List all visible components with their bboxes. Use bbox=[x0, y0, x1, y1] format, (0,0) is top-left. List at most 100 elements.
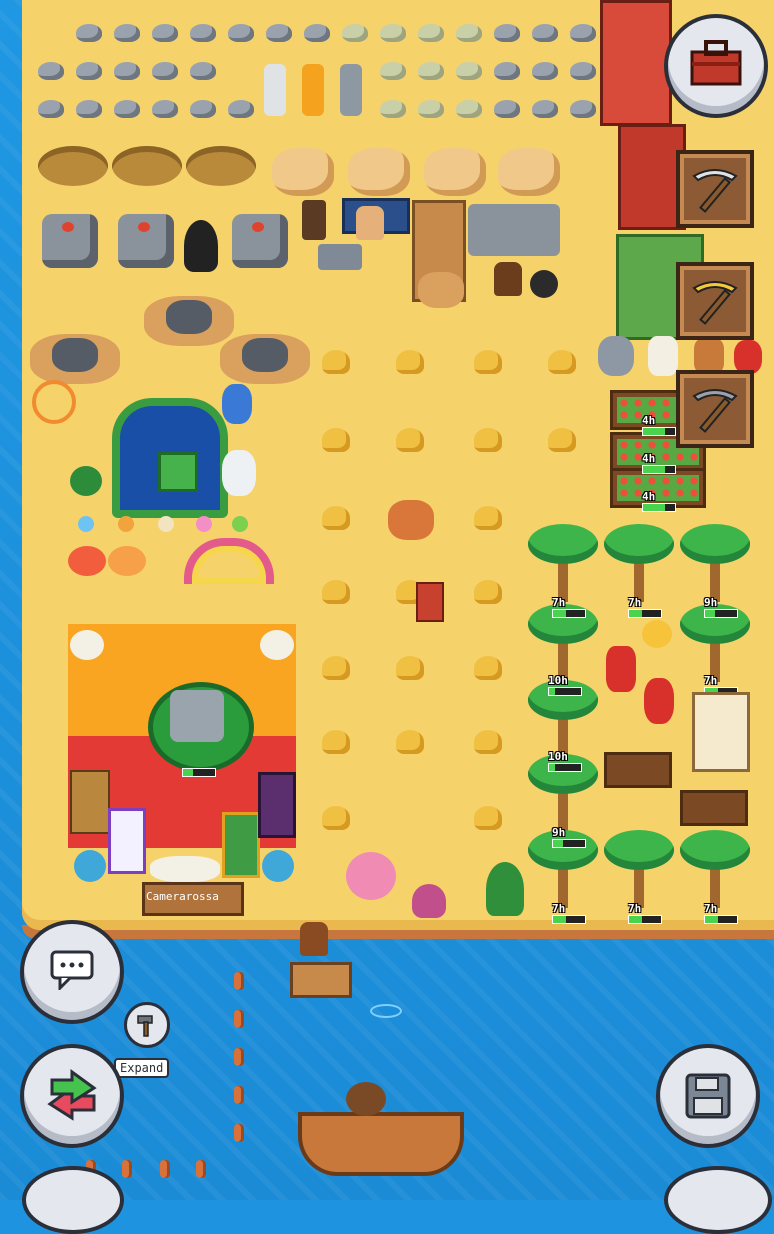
villager-npc[interactable] bbox=[494, 262, 522, 296]
blue-critter[interactable] bbox=[262, 850, 294, 882]
fishing-ripple[interactable] bbox=[370, 1004, 402, 1018]
cauldron[interactable] bbox=[530, 270, 558, 298]
stone-mound[interactable] bbox=[220, 334, 310, 384]
crop[interactable] bbox=[322, 806, 350, 830]
frog-box[interactable] bbox=[158, 452, 198, 492]
crop[interactable] bbox=[396, 428, 424, 452]
rock[interactable] bbox=[38, 100, 64, 118]
dirt-hole[interactable] bbox=[112, 146, 182, 186]
rock[interactable] bbox=[418, 100, 444, 118]
chick[interactable] bbox=[118, 516, 134, 532]
dirt-hole[interactable] bbox=[38, 146, 108, 186]
rock[interactable] bbox=[494, 24, 520, 42]
strawberry-npc[interactable] bbox=[606, 646, 636, 692]
rock[interactable] bbox=[494, 100, 520, 118]
rock[interactable] bbox=[570, 24, 596, 42]
rock[interactable] bbox=[152, 24, 178, 42]
rock[interactable] bbox=[456, 100, 482, 118]
chick[interactable] bbox=[78, 516, 94, 532]
rock[interactable] bbox=[418, 62, 444, 80]
rock[interactable] bbox=[38, 62, 64, 80]
rock[interactable] bbox=[114, 24, 140, 42]
expand-hammer-button[interactable] bbox=[124, 1002, 170, 1048]
crop[interactable] bbox=[474, 580, 502, 604]
rock[interactable] bbox=[380, 24, 406, 42]
rock[interactable] bbox=[570, 62, 596, 80]
crop[interactable] bbox=[474, 350, 502, 374]
crop[interactable] bbox=[548, 428, 576, 452]
anvil[interactable] bbox=[318, 244, 362, 270]
crop[interactable] bbox=[474, 506, 502, 530]
rock[interactable] bbox=[266, 24, 292, 42]
rock[interactable] bbox=[570, 100, 596, 118]
chick[interactable] bbox=[158, 516, 174, 532]
rock[interactable] bbox=[152, 100, 178, 118]
crop[interactable] bbox=[322, 580, 350, 604]
red-house[interactable] bbox=[600, 0, 672, 126]
tool-slot-stone-pickaxe[interactable] bbox=[676, 370, 754, 448]
chick[interactable] bbox=[232, 516, 248, 532]
chat-button[interactable] bbox=[20, 920, 124, 1024]
crop[interactable] bbox=[474, 730, 502, 754]
stone-mound[interactable] bbox=[30, 334, 120, 384]
rock[interactable] bbox=[190, 100, 216, 118]
palm-tree[interactable] bbox=[528, 520, 598, 606]
cow[interactable] bbox=[648, 336, 678, 376]
chick[interactable] bbox=[196, 516, 212, 532]
rock[interactable] bbox=[76, 24, 102, 42]
palm-tree[interactable] bbox=[680, 826, 750, 912]
rock[interactable] bbox=[190, 24, 216, 42]
rock[interactable] bbox=[380, 100, 406, 118]
pig[interactable] bbox=[694, 338, 724, 374]
crop[interactable] bbox=[396, 656, 424, 680]
tool-slot-pickaxe[interactable] bbox=[676, 150, 754, 228]
blue-critter[interactable] bbox=[74, 850, 106, 882]
rock[interactable] bbox=[228, 24, 254, 42]
hay-bale[interactable] bbox=[272, 148, 334, 196]
palm-tree[interactable] bbox=[604, 826, 674, 912]
swan[interactable] bbox=[222, 450, 256, 496]
crop[interactable] bbox=[474, 806, 502, 830]
swap-button[interactable] bbox=[20, 1044, 124, 1148]
iron-boulder[interactable] bbox=[118, 214, 174, 268]
cat[interactable] bbox=[598, 336, 634, 376]
macaw[interactable] bbox=[644, 678, 674, 724]
rock[interactable] bbox=[532, 24, 558, 42]
hay-bale[interactable] bbox=[424, 148, 486, 196]
tomato-npc[interactable] bbox=[734, 340, 762, 374]
crop[interactable] bbox=[474, 428, 502, 452]
pink-pig[interactable] bbox=[346, 852, 396, 900]
squirrel[interactable] bbox=[388, 500, 434, 540]
crop[interactable] bbox=[322, 350, 350, 374]
parrot[interactable] bbox=[222, 384, 252, 424]
rock[interactable] bbox=[190, 62, 216, 80]
rock[interactable] bbox=[114, 100, 140, 118]
rock[interactable] bbox=[532, 100, 558, 118]
palm-tree[interactable] bbox=[680, 520, 750, 606]
octopus[interactable] bbox=[412, 884, 446, 918]
rock[interactable] bbox=[380, 62, 406, 80]
rock[interactable] bbox=[418, 24, 444, 42]
iron-boulder[interactable] bbox=[42, 214, 98, 268]
machinery[interactable] bbox=[468, 204, 560, 256]
map-button[interactable] bbox=[22, 1166, 124, 1234]
blacksmith-npc[interactable] bbox=[356, 206, 384, 240]
tool-slot-gold-pickaxe[interactable] bbox=[676, 262, 754, 340]
iron-boulder[interactable] bbox=[232, 214, 288, 268]
rock[interactable] bbox=[456, 24, 482, 42]
rock[interactable] bbox=[114, 62, 140, 80]
bird-npc[interactable] bbox=[184, 220, 218, 272]
rock[interactable] bbox=[152, 62, 178, 80]
rock[interactable] bbox=[494, 62, 520, 80]
crop[interactable] bbox=[322, 730, 350, 754]
yellow-chick[interactable] bbox=[642, 620, 672, 648]
crop[interactable] bbox=[322, 506, 350, 530]
chest-button[interactable] bbox=[664, 14, 768, 118]
rock[interactable] bbox=[532, 62, 558, 80]
player-character[interactable] bbox=[300, 922, 328, 956]
inventory-button[interactable] bbox=[664, 1166, 772, 1234]
crop[interactable] bbox=[396, 350, 424, 374]
rock[interactable] bbox=[456, 62, 482, 80]
fountain-stone[interactable] bbox=[170, 690, 224, 742]
dirt-hole[interactable] bbox=[186, 146, 256, 186]
